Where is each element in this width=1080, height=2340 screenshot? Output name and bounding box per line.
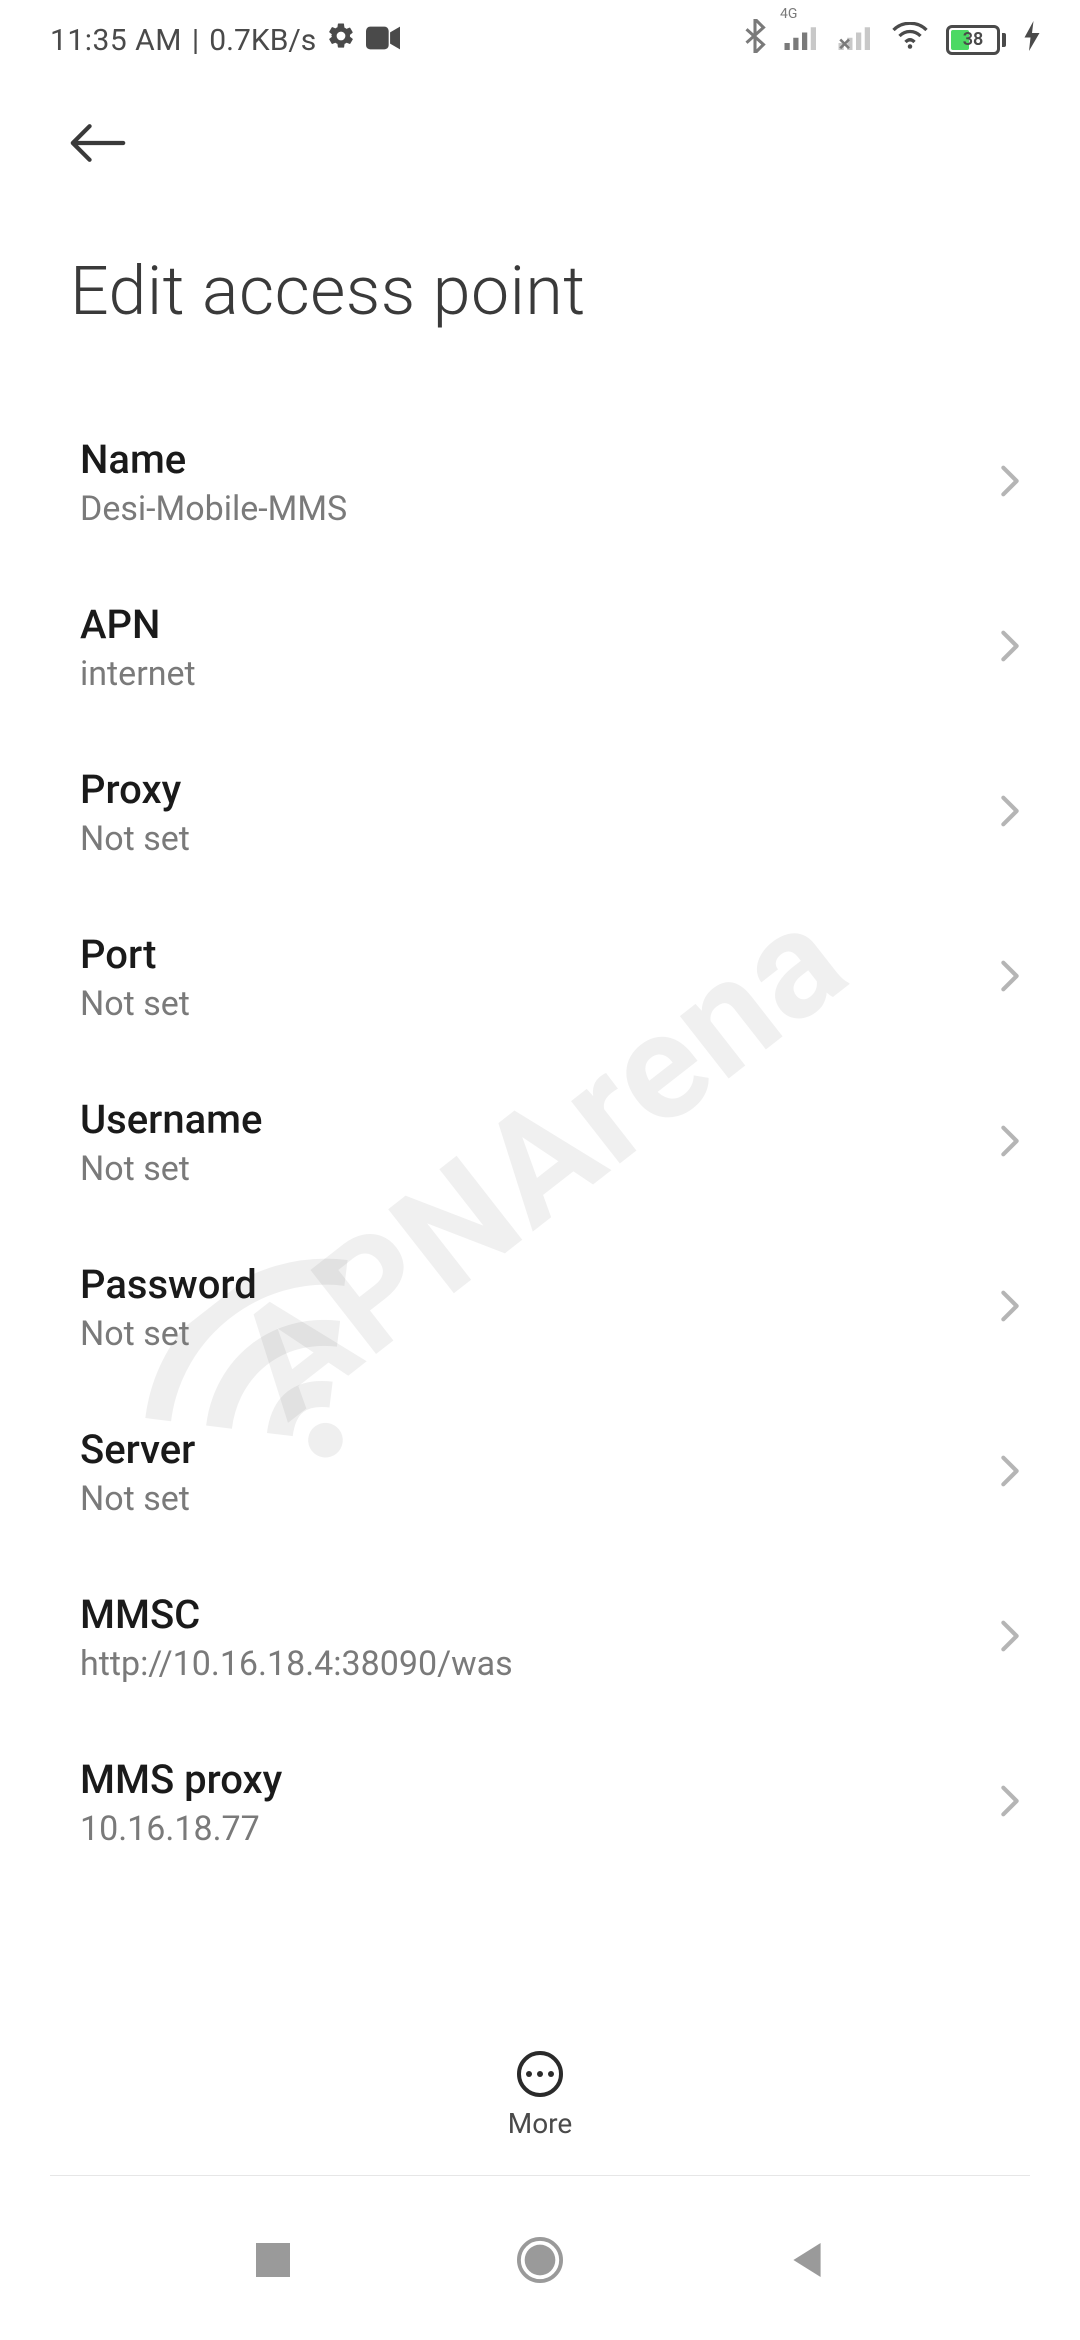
row-label: Proxy (80, 766, 190, 813)
system-nav-bar (0, 2180, 1080, 2340)
arrow-left-icon (70, 123, 126, 163)
wifi-icon (892, 22, 928, 58)
page-title: Edit access point (70, 251, 1020, 331)
row-apn[interactable]: APN internet (0, 565, 1080, 730)
row-username[interactable]: Username Not set (0, 1060, 1080, 1225)
chevron-right-icon (1000, 1454, 1020, 1492)
row-label: Password (80, 1261, 257, 1308)
row-label: APN (80, 601, 196, 648)
chevron-right-icon (1000, 629, 1020, 667)
charging-bolt-icon (1024, 21, 1040, 59)
row-value: 10.16.18.77 (80, 1809, 282, 1849)
row-mmsc[interactable]: MMSC http://10.16.18.4:38090/was (0, 1555, 1080, 1720)
settings-gear-icon (326, 21, 356, 59)
settings-list[interactable]: Name Desi-Mobile-MMS APN internet Proxy … (0, 400, 1080, 2022)
bottom-divider (50, 2175, 1030, 2176)
status-left: 11:35 AM | 0.7KB/s (50, 21, 400, 59)
status-separator: | (192, 23, 199, 58)
dot-icon (526, 2071, 532, 2077)
circle-icon (517, 2237, 563, 2283)
row-label: Port (80, 931, 190, 978)
more-label: More (508, 2107, 573, 2140)
chevron-right-icon (1000, 794, 1020, 832)
chevron-right-icon (1000, 464, 1020, 502)
chevron-right-icon (1000, 1619, 1020, 1657)
dot-icon (537, 2071, 543, 2077)
signal-no-sim-icon (838, 22, 874, 58)
bluetooth-icon (744, 19, 766, 61)
row-label: MMSC (80, 1591, 513, 1638)
bottom-action-bar: More (0, 2020, 1080, 2170)
square-icon (256, 2243, 290, 2277)
status-bar: 11:35 AM | 0.7KB/s 4G 38 (0, 0, 1080, 80)
row-label: MMS proxy (80, 1756, 282, 1803)
row-value: http://10.16.18.4:38090/was (80, 1644, 513, 1684)
row-name[interactable]: Name Desi-Mobile-MMS (0, 400, 1080, 565)
triangle-left-icon (790, 2241, 824, 2279)
chevron-right-icon (1000, 1124, 1020, 1162)
chevron-right-icon (1000, 959, 1020, 997)
battery-icon: 38 (946, 25, 1006, 55)
row-value: Not set (80, 1314, 257, 1354)
signal-4g-icon: 4G (784, 22, 820, 58)
row-proxy[interactable]: Proxy Not set (0, 730, 1080, 895)
row-server[interactable]: Server Not set (0, 1390, 1080, 1555)
row-label: Name (80, 436, 347, 483)
back-button[interactable] (70, 115, 126, 171)
more-button[interactable] (517, 2051, 563, 2097)
nav-home-button[interactable] (510, 2230, 570, 2290)
status-right: 4G 38 (744, 19, 1040, 61)
chevron-right-icon (1000, 1784, 1020, 1822)
row-value: Not set (80, 819, 190, 859)
header: Edit access point (70, 115, 1020, 331)
row-password[interactable]: Password Not set (0, 1225, 1080, 1390)
row-value: Not set (80, 1479, 195, 1519)
nav-back-button[interactable] (777, 2230, 837, 2290)
row-value: internet (80, 654, 196, 694)
row-port[interactable]: Port Not set (0, 895, 1080, 1060)
chevron-right-icon (1000, 1289, 1020, 1327)
row-value: Not set (80, 1149, 262, 1189)
nav-recent-button[interactable] (243, 2230, 303, 2290)
row-value: Not set (80, 984, 190, 1024)
status-time: 11:35 AM (50, 23, 182, 58)
video-camera-icon (366, 23, 400, 58)
row-value: Desi-Mobile-MMS (80, 489, 347, 529)
row-label: Username (80, 1096, 262, 1143)
row-label: Server (80, 1426, 195, 1473)
row-mms-proxy[interactable]: MMS proxy 10.16.18.77 (0, 1720, 1080, 1885)
dot-icon (548, 2071, 554, 2077)
status-data-rate: 0.7KB/s (209, 23, 316, 58)
